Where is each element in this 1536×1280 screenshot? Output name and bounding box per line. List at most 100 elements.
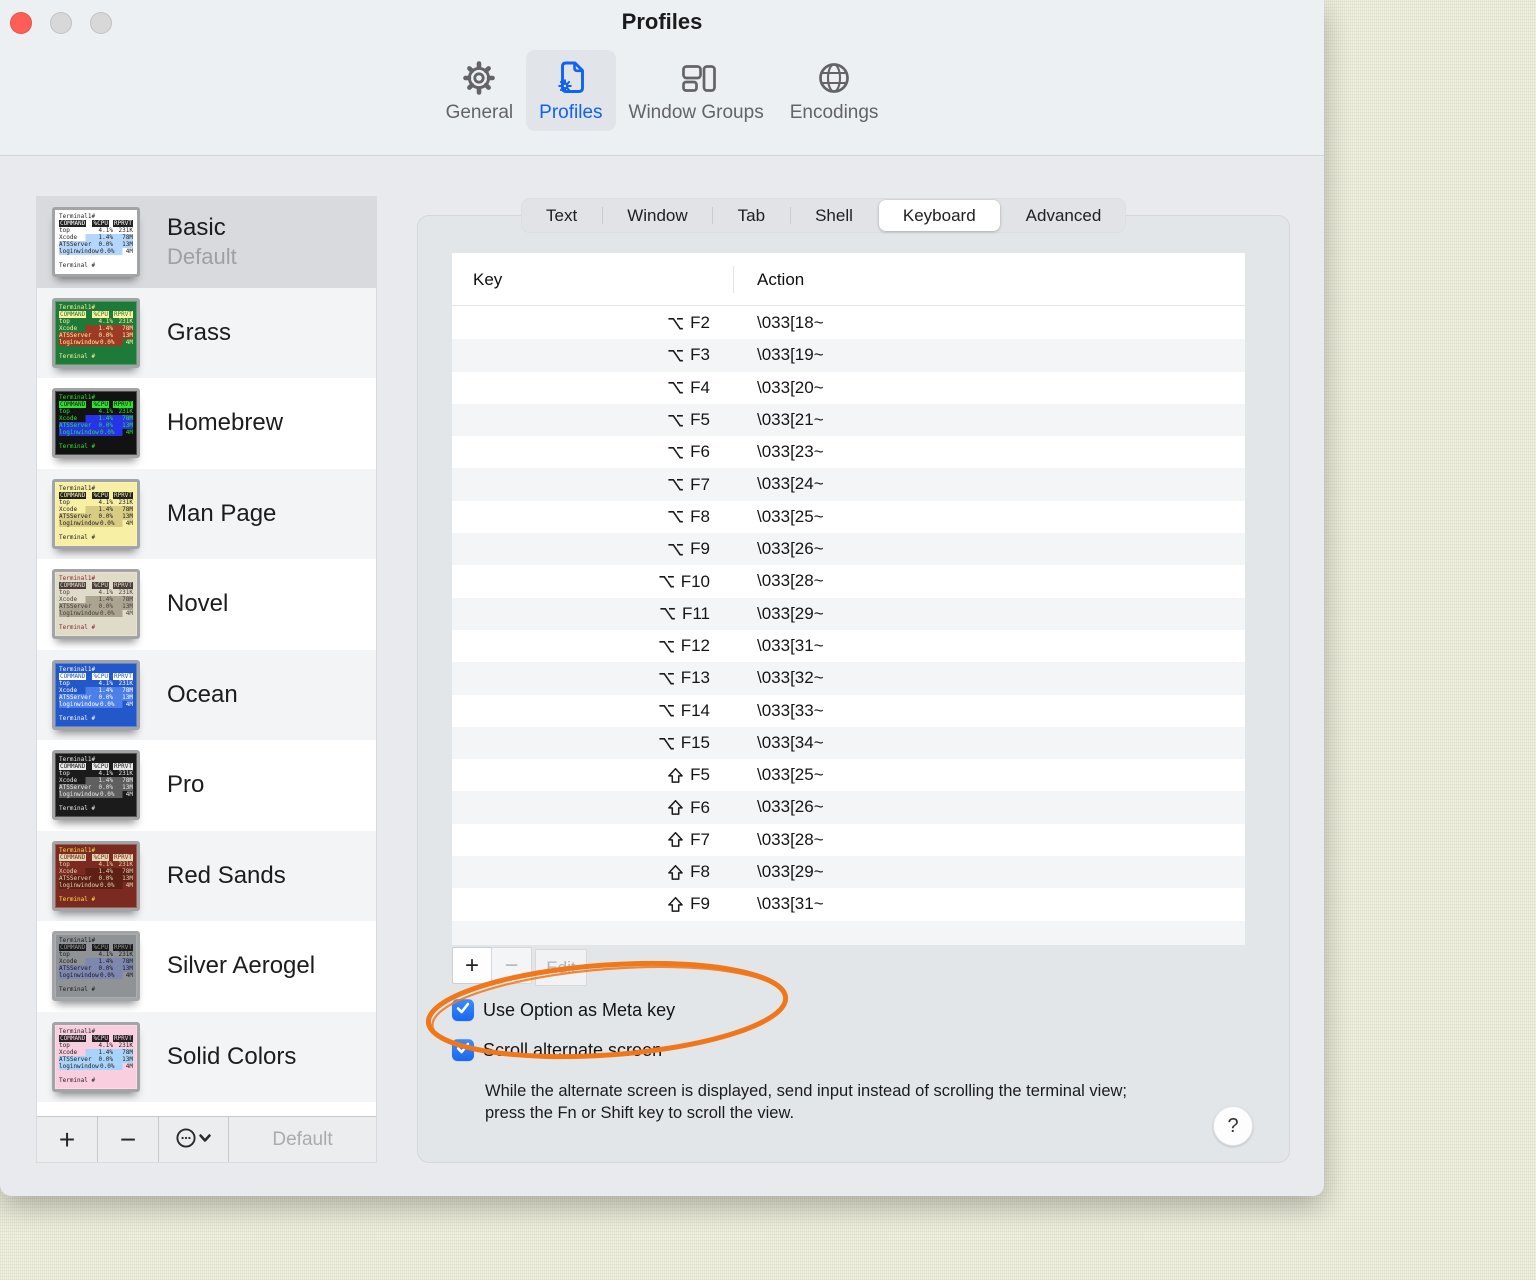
key-binding-row[interactable]: F11 \033[29~	[452, 597, 1245, 630]
key-binding-row[interactable]: F7 \033[24~	[452, 468, 1245, 501]
remove-key-button[interactable]: −	[491, 947, 532, 984]
window-title: Profiles	[621, 9, 703, 34]
profile-thumbnail: Terminal1# COMMAND %CPU RPRVT top 4.1% 231K …	[52, 297, 140, 368]
tab-window[interactable]: Window	[601, 198, 712, 233]
key-cell: F3	[667, 339, 710, 371]
tab-shell[interactable]: Shell	[789, 198, 878, 233]
add-key-button[interactable]: +	[452, 947, 492, 984]
key-binding-row[interactable]: F4 \033[20~	[452, 371, 1245, 404]
option-key-icon	[668, 382, 684, 394]
action-cell: \033[26~	[757, 797, 824, 817]
thumbnail-footer: Terminal #	[59, 714, 96, 722]
toolbar-label-window-groups: Window Groups	[628, 102, 764, 123]
key-binding-row[interactable]: F8 \033[25~	[452, 500, 1245, 534]
key-cell: F7	[667, 824, 710, 856]
key-label: F5	[690, 410, 710, 430]
set-default-button[interactable]: Default	[229, 1117, 376, 1162]
use-option-as-meta-row: Use Option as Meta key	[452, 998, 675, 1022]
profile-name: Basic	[167, 214, 226, 242]
profile-list-item[interactable]: Terminal1# COMMAND %CPU RPRVT top 4.1% 231K …	[37, 559, 376, 650]
titlebar-toolbar: Profiles General Profiles Window Groups …	[0, 0, 1324, 156]
thumbnail-title: Terminal1#	[59, 1027, 96, 1035]
option-key-icon	[668, 543, 684, 556]
profile-thumbnail: Terminal1# COMMAND %CPU RPRVT top 4.1% 231K …	[52, 388, 140, 459]
edit-key-button[interactable]: Edit	[535, 949, 587, 986]
key-binding-row[interactable]: F5 \033[25~	[452, 759, 1245, 792]
profile-settings-tabs: Text Window Tab Shell Keyboard Advanced	[521, 198, 1127, 233]
key-table-body: F2 \033[18~ F3 \033[19~ F4 \033[20~ F5 \…	[452, 307, 1245, 945]
key-binding-row[interactable]: F3 \033[19~	[452, 339, 1245, 372]
profile-list-item[interactable]: Terminal1# COMMAND %CPU RPRVT top 4.1% 231K …	[37, 830, 376, 921]
key-binding-row[interactable]: F10 \033[28~	[452, 565, 1245, 598]
tab-tab[interactable]: Tab	[712, 198, 790, 233]
toolbar-item-profiles[interactable]: Profiles	[526, 50, 616, 131]
key-binding-row[interactable]: F9 \033[26~	[452, 533, 1245, 566]
use-option-as-meta-checkbox[interactable]	[452, 999, 474, 1021]
profile-list-item[interactable]: Terminal1# COMMAND %CPU RPRVT top 4.1% 231K …	[37, 1011, 376, 1102]
key-label: F10	[680, 571, 710, 591]
key-binding-row[interactable]: F13 \033[32~	[452, 662, 1245, 695]
thumbnail-footer: Terminal #	[59, 986, 96, 994]
option-key-icon	[659, 737, 674, 749]
toolbar-item-window-groups[interactable]: Window Groups	[616, 50, 777, 131]
profile-list-item[interactable]: Terminal1# COMMAND %CPU RPRVT top 4.1% 231K …	[37, 197, 376, 288]
scroll-alternate-screen-checkbox[interactable]	[452, 1039, 474, 1061]
ellipsis-circle-chevron-icon	[175, 1127, 213, 1152]
scroll-alternate-screen-row: Scroll alternate screen	[452, 1038, 662, 1062]
profile-list-item[interactable]: Terminal1# COMMAND %CPU RPRVT top 4.1% 231K …	[37, 287, 376, 378]
option-key-icon	[659, 672, 674, 685]
thumbnail-footer: Terminal #	[59, 262, 96, 270]
action-cell: \033[34~	[757, 732, 824, 752]
profile-name: Silver Aerogel	[167, 952, 316, 980]
profile-actions-menu-button[interactable]	[159, 1117, 229, 1162]
option-key-icon	[660, 608, 675, 620]
action-cell: \033[32~	[757, 668, 824, 688]
action-cell: \033[26~	[757, 539, 824, 559]
action-cell: \033[21~	[757, 409, 824, 429]
key-binding-row[interactable]: F8 \033[29~	[452, 856, 1245, 889]
profile-list-item[interactable]: Terminal1# COMMAND %CPU RPRVT top 4.1% 231K …	[37, 468, 376, 559]
key-binding-row[interactable]: F6 \033[26~	[452, 791, 1245, 824]
key-label: F14	[680, 700, 710, 720]
key-binding-row[interactable]: F2 \033[18~	[452, 307, 1245, 340]
option-key-icon	[659, 705, 674, 717]
profile-list: Terminal1# COMMAND %CPU RPRVT top 4.1% 231K …	[36, 196, 377, 1163]
profile-name: Ocean	[167, 680, 238, 708]
key-binding-row[interactable]: F12 \033[31~	[452, 629, 1245, 663]
profile-thumbnail: Terminal1# COMMAND %CPU RPRVT top 4.1% 231K …	[52, 840, 140, 911]
key-binding-row[interactable]: F15 \033[34~	[452, 726, 1245, 760]
profile-thumbnail: Terminal1# COMMAND %CPU RPRVT top 4.1% 231K …	[52, 478, 140, 549]
tab-text[interactable]: Text	[521, 198, 602, 233]
key-binding-row[interactable]: F5 \033[21~	[452, 403, 1245, 437]
thumbnail-footer: Terminal #	[59, 624, 96, 632]
toolbar-items: General Profiles Window Groups Encodings	[0, 50, 1324, 131]
profile-list-item[interactable]: Terminal1# COMMAND %CPU RPRVT top 4.1% 231K …	[37, 378, 376, 469]
tab-keyboard[interactable]: Keyboard	[878, 200, 1000, 231]
key-label: F5	[690, 765, 710, 785]
profile-list-item[interactable]: Terminal1# COMMAND %CPU RPRVT top 4.1% 231K …	[37, 740, 376, 831]
add-profile-button[interactable]: +	[37, 1117, 98, 1162]
remove-profile-button[interactable]: −	[98, 1117, 159, 1162]
key-binding-row[interactable]: F9 \033[31~	[452, 888, 1245, 921]
key-label: F2	[690, 313, 710, 333]
thumbnail-title: Terminal1#	[59, 846, 96, 854]
profile-name: Grass	[167, 318, 232, 346]
toolbar-item-encodings[interactable]: Encodings	[777, 50, 892, 131]
checkmark-icon	[454, 1039, 472, 1062]
tab-advanced[interactable]: Advanced	[1001, 198, 1127, 233]
profile-name: Red Sands	[167, 861, 286, 889]
action-cell: \033[20~	[757, 377, 824, 397]
thumbnail-title: Terminal1#	[59, 665, 96, 673]
thumbnail-title: Terminal1#	[59, 756, 96, 764]
key-binding-row[interactable]: F14 \033[33~	[452, 694, 1245, 727]
alternate-screen-help-text: While the alternate screen is displayed,…	[485, 1082, 1128, 1122]
key-binding-row[interactable]: F6 \033[23~	[452, 436, 1245, 469]
key-label: F7	[690, 829, 710, 849]
help-button[interactable]: ?	[1213, 1106, 1253, 1146]
key-binding-row[interactable]: F7 \033[28~	[452, 823, 1245, 857]
profile-list-item[interactable]: Terminal1# COMMAND %CPU RPRVT top 4.1% 231K …	[37, 649, 376, 740]
profile-name: Homebrew	[167, 409, 284, 437]
profile-list-item[interactable]: Terminal1# COMMAND %CPU RPRVT top 4.1% 231K …	[37, 921, 376, 1012]
toolbar-item-general[interactable]: General	[433, 50, 527, 131]
profile-name: Man Page	[167, 499, 277, 527]
